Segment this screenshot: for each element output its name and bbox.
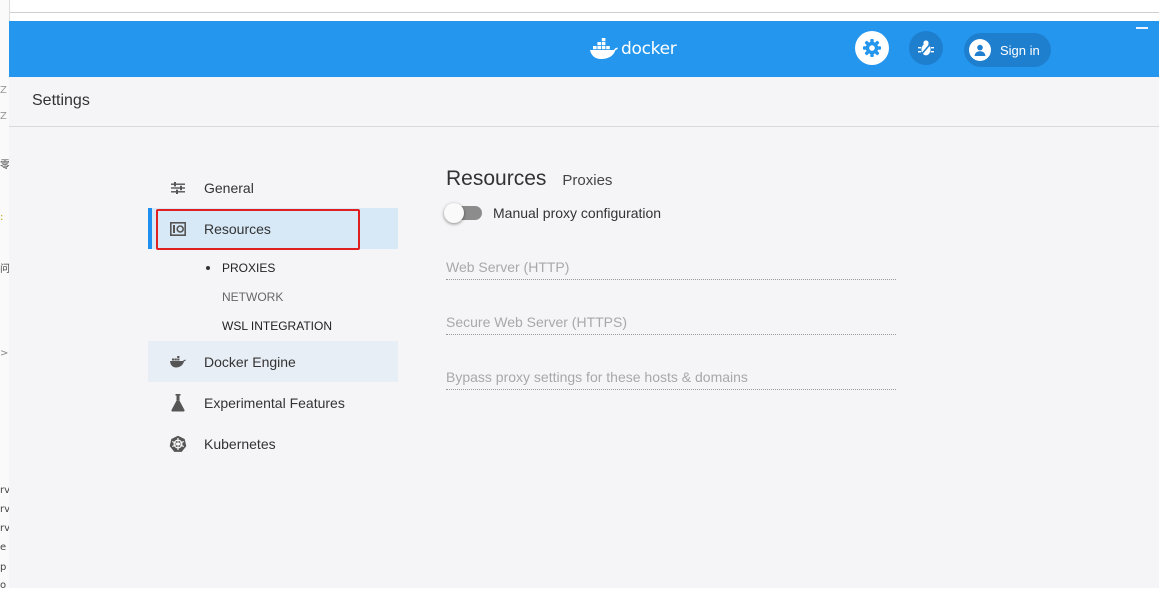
resources-subnav: PROXIES NETWORK WSL INTEGRATION xyxy=(148,249,398,340)
sidebar-item-label: Experimental Features xyxy=(204,394,345,411)
settings-content: Resources Proxies Manual proxy configura… xyxy=(444,167,906,390)
bypass-proxy-input[interactable] xyxy=(446,369,896,385)
top-bar: docker Sign in xyxy=(9,21,1159,77)
kubernetes-icon xyxy=(169,435,187,453)
sidebar-item-docker-engine[interactable]: Docker Engine xyxy=(148,341,398,382)
subnav-item-label: WSL INTEGRATION xyxy=(222,318,333,333)
bg-char: p xyxy=(0,562,7,573)
background-window-top xyxy=(0,0,1159,13)
settings-button[interactable] xyxy=(855,31,889,65)
minimize-button[interactable] xyxy=(1136,27,1148,29)
sliders-icon xyxy=(169,179,187,197)
docker-desktop-window: docker Sign in Settings General Resource… xyxy=(9,21,1159,588)
flask-icon xyxy=(169,393,187,412)
resources-icon xyxy=(169,220,187,238)
section-subtitle: Proxies xyxy=(562,172,613,189)
bug-icon xyxy=(918,40,934,57)
active-bullet xyxy=(206,266,210,270)
subnav-item-network[interactable]: NETWORK xyxy=(148,282,398,311)
sidebar-item-kubernetes[interactable]: Kubernetes xyxy=(148,423,398,464)
sidebar-item-label: Resources xyxy=(204,220,271,237)
docker-whale-icon xyxy=(590,38,618,59)
bg-char: : xyxy=(0,212,4,223)
manual-proxy-row: Manual proxy configuration xyxy=(444,203,906,223)
docker-logo: docker xyxy=(589,36,677,62)
avatar xyxy=(969,39,991,61)
manual-proxy-label: Manual proxy configuration xyxy=(493,205,662,221)
section-title: Resources xyxy=(446,167,547,190)
whale-icon xyxy=(169,353,187,371)
gear-icon xyxy=(863,39,881,57)
bg-char: e xyxy=(0,542,7,553)
web-server-field xyxy=(446,249,896,280)
troubleshoot-button[interactable] xyxy=(909,31,943,65)
bypass-proxy-field xyxy=(446,359,896,390)
toggle-knob xyxy=(444,203,464,223)
subnav-item-label: PROXIES xyxy=(222,260,276,275)
subnav-item-wsl-integration[interactable]: WSL INTEGRATION xyxy=(148,311,398,340)
sidebar-item-experimental-features[interactable]: Experimental Features xyxy=(148,382,398,423)
sign-in-button[interactable]: Sign in xyxy=(964,33,1051,67)
manual-proxy-toggle[interactable] xyxy=(444,203,482,223)
settings-header: Settings xyxy=(9,77,1159,127)
sidebar-item-resources[interactable]: Resources xyxy=(148,208,398,250)
sidebar-item-label: General xyxy=(204,179,254,196)
bg-char: Z xyxy=(0,85,7,96)
content-header: Resources Proxies xyxy=(446,167,906,191)
secure-web-server-input[interactable] xyxy=(446,314,896,330)
web-server-input[interactable] xyxy=(446,259,896,275)
sidebar-item-label: Kubernetes xyxy=(204,435,276,452)
page-title: Settings xyxy=(32,92,90,109)
user-icon xyxy=(974,44,986,56)
bg-char: Z xyxy=(0,111,7,122)
bg-char: o xyxy=(0,580,7,591)
bg-char: > xyxy=(0,348,9,359)
subnav-item-label: NETWORK xyxy=(222,289,284,304)
subnav-item-proxies[interactable]: PROXIES xyxy=(148,253,398,282)
sidebar-item-label: Docker Engine xyxy=(204,353,296,370)
settings-sidebar: General Resources PROXIES NETWORK WSL IN… xyxy=(148,167,398,464)
sidebar-item-general[interactable]: General xyxy=(148,167,398,208)
logo-text: docker xyxy=(621,39,677,59)
secure-web-server-field xyxy=(446,304,896,335)
sign-in-label: Sign in xyxy=(1000,42,1040,58)
